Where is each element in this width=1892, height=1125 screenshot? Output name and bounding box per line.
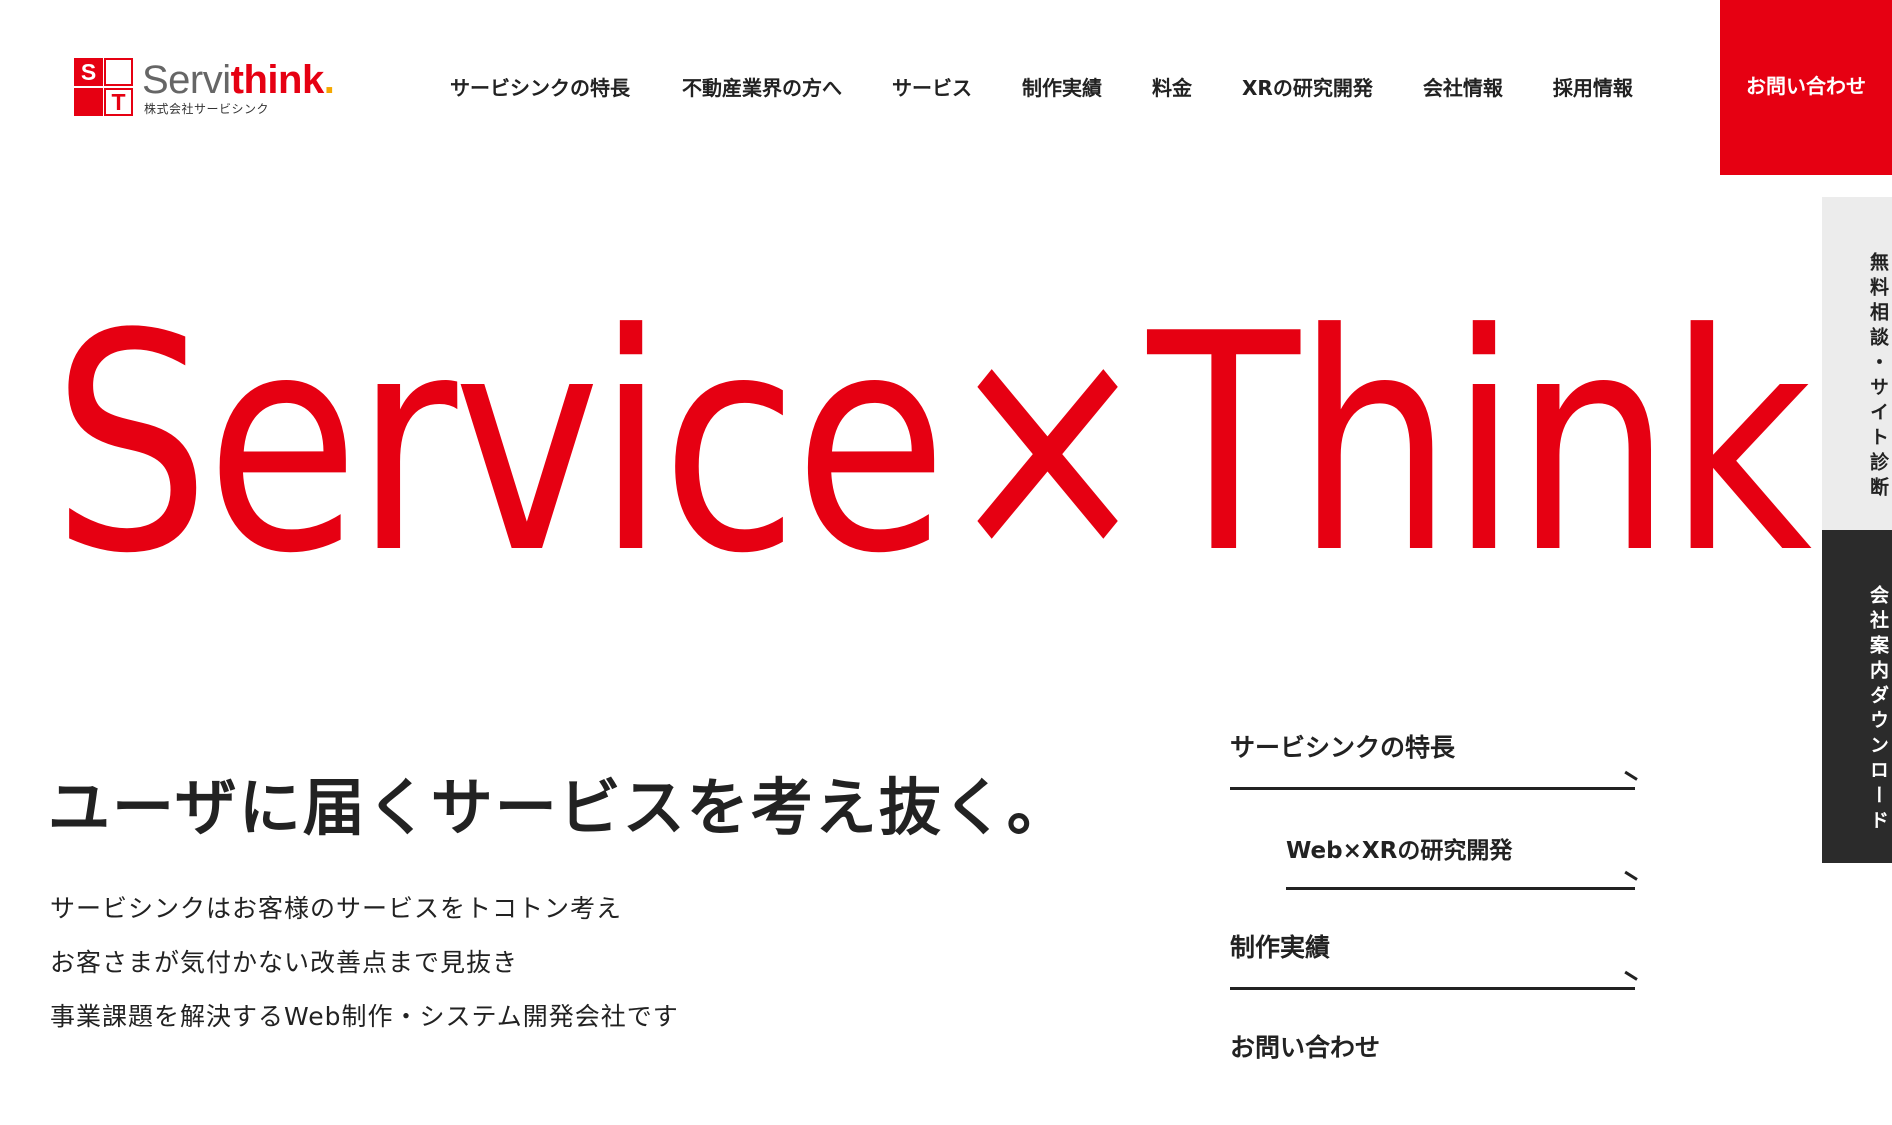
nav-recruit[interactable]: 採用情報 [1553, 72, 1633, 101]
nav-real-estate[interactable]: 不動産業界の方へ [682, 72, 842, 101]
logo-mark-block-2 [74, 88, 103, 116]
anchor-link-features[interactable]: サービシンクの特長 [1230, 725, 1638, 825]
nav-xr-research[interactable]: XRの研究開発 [1242, 72, 1373, 101]
logo-mark-s: S [74, 58, 103, 86]
arrow-head-icon [1624, 970, 1638, 981]
logo-mark-t: T [104, 88, 133, 116]
anchor-link-xr-research[interactable]: Web×XRの研究開発 [1230, 825, 1638, 925]
hero-description-line: 事業課題を解決するWeb制作・システム開発会社です [50, 1002, 679, 1031]
global-nav: サービシンクの特長 不動産業界の方へ サービス 制作実績 料金 XRの研究開発 … [450, 0, 1683, 172]
anchor-link-label: お問い合わせ [1230, 1033, 1381, 1062]
logo-company-name: 株式会社サービシンク [144, 102, 270, 116]
logo-wordmark-servi: Servi [142, 58, 231, 102]
hero-description: サービシンクはお客様のサービスをトコトン考え お客さまが気付かない改善点まで見抜… [50, 882, 950, 1044]
nav-works[interactable]: 制作実績 [1022, 72, 1102, 101]
arrow-line-icon [1286, 887, 1635, 890]
arrow-head-icon [1624, 770, 1638, 781]
arrow-line-icon [1230, 787, 1635, 790]
anchor-link-label: サービシンクの特長 [1230, 733, 1456, 762]
anchor-link-works[interactable]: 制作実績 [1230, 925, 1638, 1025]
logo-wordmark: Servithink. [142, 58, 335, 102]
hero-tagline: ユーザに届くサービスを考え抜く。 [48, 771, 1071, 844]
side-tab-company-brochure-download[interactable]: 会社案内ダウンロード [1822, 530, 1892, 863]
nav-company[interactable]: 会社情報 [1423, 72, 1503, 101]
site-logo[interactable]: S T Servithink. 株式会社サービシンク [74, 58, 344, 118]
logo-mark: S T [74, 58, 134, 116]
hero-title: Service×Think [52, 270, 1812, 619]
anchor-link-contact[interactable]: お問い合わせ [1230, 1025, 1635, 1125]
arrow-line-icon [1230, 987, 1635, 990]
hero-description-line: サービシンクはお客様のサービスをトコトン考え [50, 894, 623, 923]
hero-anchor-menu: サービシンクの特長 Web×XRの研究開発 制作実績 お問い合わせ [1230, 725, 1638, 1125]
nav-services[interactable]: サービス [892, 72, 972, 101]
nav-pricing[interactable]: 料金 [1152, 72, 1192, 101]
anchor-link-label: 制作実績 [1230, 933, 1331, 962]
hero-description-line: お客さまが気付かない改善点まで見抜き [50, 948, 519, 977]
logo-mark-block [104, 58, 133, 86]
arrow-head-icon [1624, 870, 1638, 881]
logo-wordmark-think: think [230, 58, 325, 102]
anchor-link-label: Web×XRの研究開発 [1286, 838, 1513, 864]
side-tab-free-consultation[interactable]: 無料相談・サイト診断 [1822, 197, 1892, 530]
nav-features[interactable]: サービシンクの特長 [450, 72, 630, 101]
header-contact-button[interactable]: お問い合わせ [1720, 0, 1892, 175]
logo-wordmark-dot: . [323, 58, 335, 102]
